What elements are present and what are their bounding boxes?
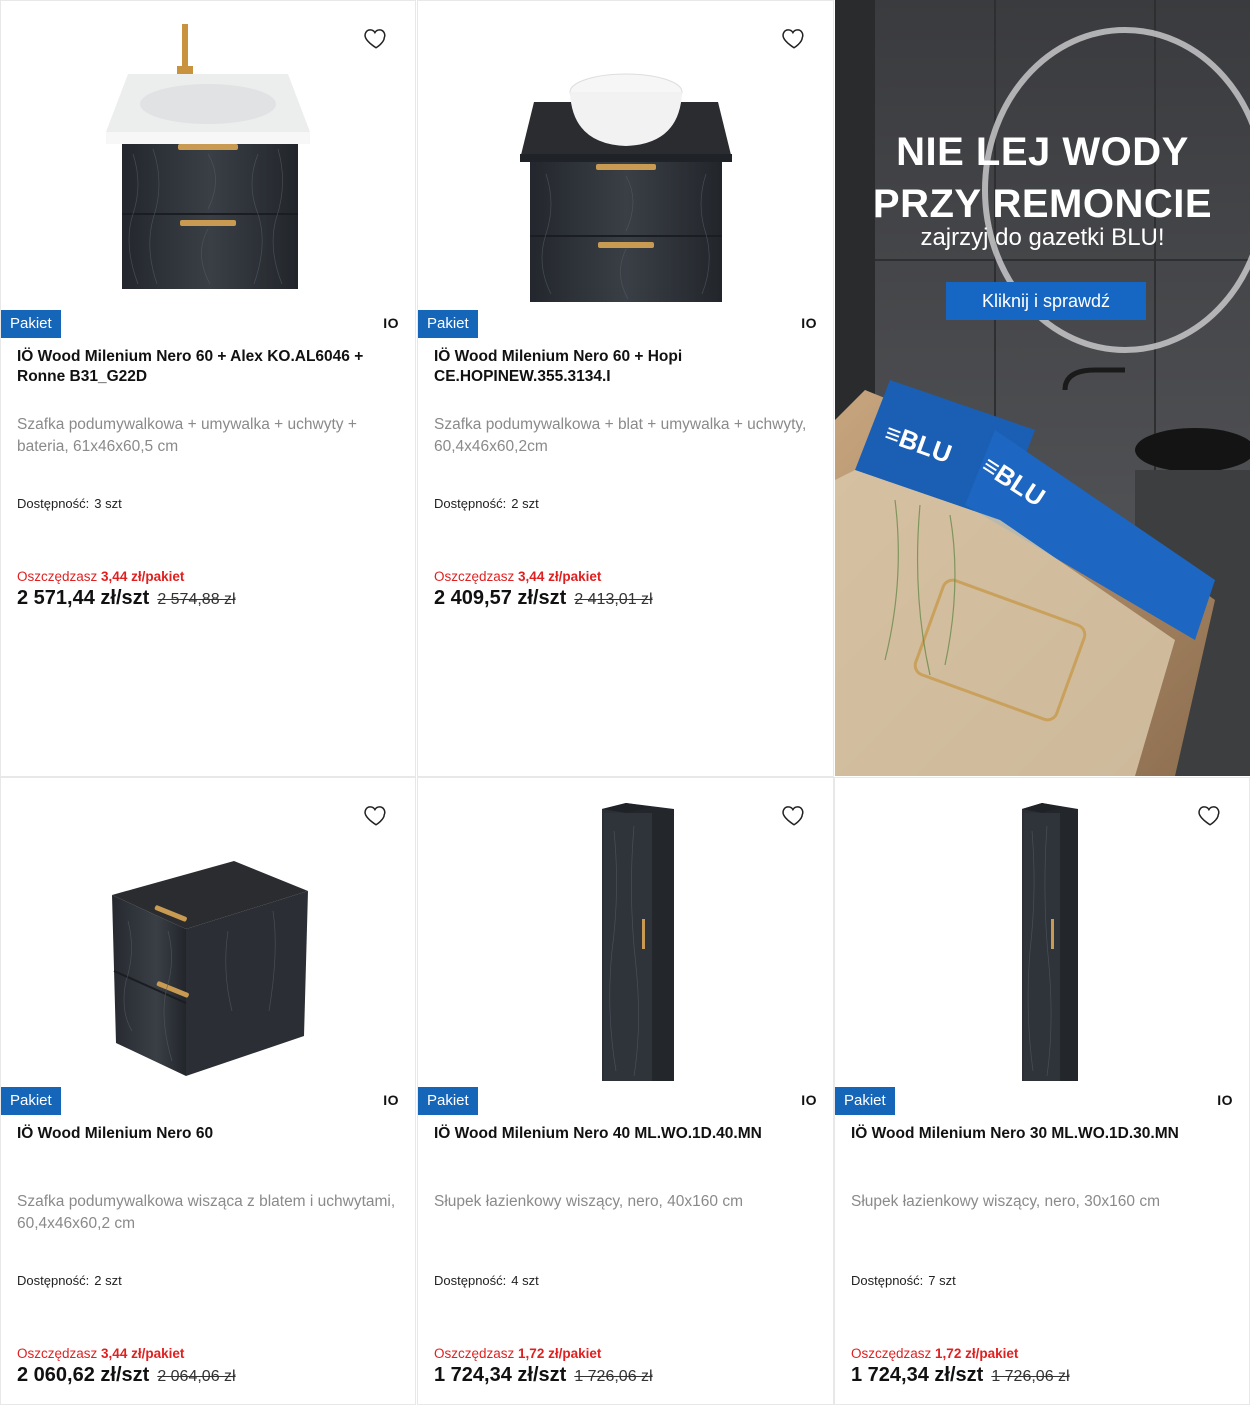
availability-label: Dostępność: bbox=[434, 496, 507, 511]
product-image[interactable] bbox=[418, 778, 833, 1083]
banner-cta-button[interactable]: Kliknij i sprawdź bbox=[946, 282, 1146, 320]
current-price: 2 060,62 zł/szt bbox=[17, 1364, 150, 1386]
availability: Dostępność: 2 szt bbox=[17, 1273, 122, 1288]
old-price: 2 413,01 zł bbox=[574, 591, 653, 608]
heart-icon[interactable] bbox=[363, 25, 389, 51]
product-description: Szafka podumywalkowa + blat + umywalka +… bbox=[434, 416, 807, 455]
product-description: Szafka podumywalkowa + umywalka + uchwyt… bbox=[17, 416, 357, 455]
product-description: Słupek łazienkowy wiszący, nero, 40x160 … bbox=[434, 1193, 743, 1210]
product-title[interactable]: IÖ Wood Milenium Nero 30 ML.WO.1D.30.MN bbox=[851, 1124, 1233, 1144]
product-image[interactable] bbox=[1, 778, 415, 1083]
price-row: 1 724,34 zł/szt 1 726,06 zł bbox=[851, 1364, 1070, 1387]
availability-value: 4 szt bbox=[511, 1273, 539, 1288]
availability: Dostępność: 7 szt bbox=[851, 1273, 956, 1288]
product-card[interactable]: Pakiet IO IÖ Wood Milenium Nero 60 Szafk… bbox=[0, 777, 416, 1405]
package-badge: Pakiet bbox=[418, 1087, 478, 1115]
savings-text: Oszczędzasz 3,44 zł/pakiet bbox=[17, 569, 184, 584]
heart-icon[interactable] bbox=[781, 802, 807, 828]
availability: Dostępność: 4 szt bbox=[434, 1273, 539, 1288]
price-row: 2 060,62 zł/szt 2 064,06 zł bbox=[17, 1364, 236, 1387]
savings-prefix: Oszczędzasz bbox=[17, 1346, 98, 1361]
availability-value: 2 szt bbox=[511, 496, 539, 511]
heart-icon[interactable] bbox=[363, 802, 389, 828]
vanity-cabinet-illustration bbox=[112, 860, 308, 1076]
tall-cabinet-illustration bbox=[1022, 802, 1078, 1081]
product-card[interactable]: Pakiet IO IÖ Wood Milenium Nero 40 ML.WO… bbox=[417, 777, 834, 1405]
old-price: 2 064,06 zł bbox=[157, 1368, 236, 1385]
brand-logo: IO bbox=[383, 315, 399, 331]
product-image[interactable] bbox=[835, 778, 1249, 1083]
product-title[interactable]: IÖ Wood Milenium Nero 60 + Alex KO.AL604… bbox=[17, 347, 399, 387]
current-price: 1 724,34 zł/szt bbox=[434, 1364, 567, 1386]
tall-cabinet-illustration bbox=[601, 802, 674, 1081]
product-title[interactable]: IÖ Wood Milenium Nero 60 bbox=[17, 1124, 399, 1144]
availability-value: 3 szt bbox=[94, 496, 122, 511]
savings-prefix: Oszczędzasz bbox=[434, 1346, 515, 1361]
product-card[interactable]: Pakiet IO IÖ Wood Milenium Nero 30 ML.WO… bbox=[834, 777, 1250, 1405]
package-badge: Pakiet bbox=[1, 1087, 61, 1115]
package-badge: Pakiet bbox=[835, 1087, 895, 1115]
availability-value: 2 szt bbox=[94, 1273, 122, 1288]
package-badge: Pakiet bbox=[418, 310, 478, 338]
savings-prefix: Oszczędzasz bbox=[434, 569, 515, 584]
availability: Dostępność: 3 szt bbox=[17, 496, 122, 511]
brand-logo: IO bbox=[801, 1092, 817, 1108]
product-title[interactable]: IÖ Wood Milenium Nero 40 ML.WO.1D.40.MN bbox=[434, 1124, 817, 1144]
product-title[interactable]: IÖ Wood Milenium Nero 60 + Hopi CE.HOPIN… bbox=[434, 347, 817, 387]
savings-prefix: Oszczędzasz bbox=[851, 1346, 932, 1361]
savings-text: Oszczędzasz 3,44 zł/pakiet bbox=[17, 1346, 184, 1361]
banner-headline-line2: PRZY REMONCIE bbox=[872, 182, 1213, 226]
banner-background: ≡BLU ≡BLU bbox=[835, 0, 1250, 776]
brand-logo: IO bbox=[383, 1092, 399, 1108]
savings-text: Oszczędzasz 1,72 zł/pakiet bbox=[851, 1346, 1018, 1361]
banner-headline-line1: NIE LEJ WODY bbox=[896, 130, 1189, 174]
savings-amount: 3,44 zł/pakiet bbox=[518, 569, 602, 584]
brand-logo: IO bbox=[1217, 1092, 1233, 1108]
promo-banner[interactable]: ≡BLU ≡BLU NIE LEJ WODY PRZY REMONCIE zaj… bbox=[835, 0, 1250, 776]
availability-label: Dostępność: bbox=[17, 496, 90, 511]
banner-subline: zajrzyj do gazetki BLU! bbox=[920, 224, 1165, 251]
current-price: 1 724,34 zł/szt bbox=[851, 1364, 984, 1386]
brand-logo: IO bbox=[801, 315, 817, 331]
product-image[interactable] bbox=[418, 1, 833, 306]
savings-amount: 3,44 zł/pakiet bbox=[101, 569, 185, 584]
old-price: 1 726,06 zł bbox=[574, 1368, 653, 1385]
price-row: 1 724,34 zł/szt 1 726,06 zł bbox=[434, 1364, 653, 1387]
old-price: 1 726,06 zł bbox=[991, 1368, 1070, 1385]
package-badge: Pakiet bbox=[1, 310, 61, 338]
availability-label: Dostępność: bbox=[851, 1273, 924, 1288]
heart-icon[interactable] bbox=[1197, 802, 1223, 828]
product-card[interactable]: Pakiet IO IÖ Wood Milenium Nero 60 + Ale… bbox=[0, 0, 416, 777]
savings-amount: 1,72 zł/pakiet bbox=[518, 1346, 602, 1361]
product-grid: Pakiet IO IÖ Wood Milenium Nero 60 + Ale… bbox=[0, 0, 1250, 1405]
product-description: Słupek łazienkowy wiszący, nero, 30x160 … bbox=[851, 1193, 1160, 1210]
old-price: 2 574,88 zł bbox=[157, 591, 236, 608]
vanity-bowl-illustration bbox=[519, 73, 732, 302]
vanity-basin-illustration bbox=[106, 23, 310, 289]
availability-label: Dostępność: bbox=[434, 1273, 507, 1288]
price-row: 2 409,57 zł/szt 2 413,01 zł bbox=[434, 587, 653, 610]
product-card[interactable]: Pakiet IO IÖ Wood Milenium Nero 60 + Hop… bbox=[417, 0, 834, 777]
savings-prefix: Oszczędzasz bbox=[17, 569, 98, 584]
product-image[interactable] bbox=[1, 1, 415, 306]
product-description: Szafka podumywalkowa wisząca z blatem i … bbox=[17, 1193, 396, 1232]
availability-label: Dostępność: bbox=[17, 1273, 90, 1288]
savings-text: Oszczędzasz 1,72 zł/pakiet bbox=[434, 1346, 601, 1361]
heart-icon[interactable] bbox=[781, 25, 807, 51]
current-price: 2 571,44 zł/szt bbox=[17, 587, 150, 609]
savings-amount: 3,44 zł/pakiet bbox=[101, 1346, 185, 1361]
price-row: 2 571,44 zł/szt 2 574,88 zł bbox=[17, 587, 236, 610]
savings-text: Oszczędzasz 3,44 zł/pakiet bbox=[434, 569, 601, 584]
banner-headline: NIE LEJ WODY PRZY REMONCIE bbox=[835, 126, 1250, 230]
savings-amount: 1,72 zł/pakiet bbox=[935, 1346, 1019, 1361]
availability: Dostępność: 2 szt bbox=[434, 496, 539, 511]
availability-value: 7 szt bbox=[928, 1273, 956, 1288]
current-price: 2 409,57 zł/szt bbox=[434, 587, 567, 609]
